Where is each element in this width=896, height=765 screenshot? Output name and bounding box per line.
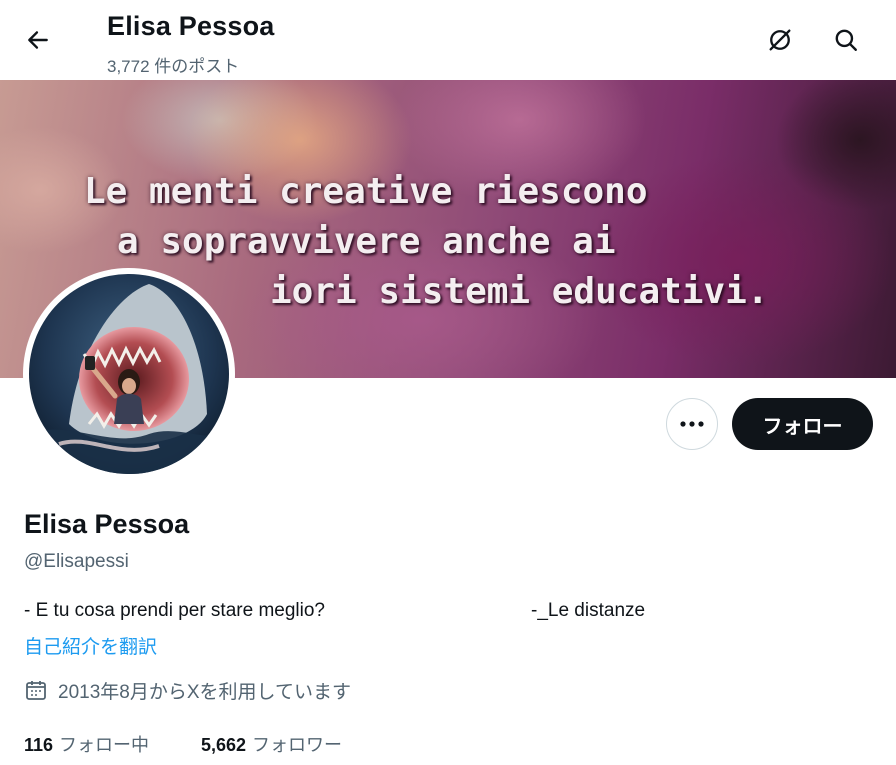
follow-button[interactable]: フォロー bbox=[732, 398, 873, 450]
followers-link[interactable]: 5,662 フォロワー bbox=[201, 731, 342, 757]
profile-header: Elisa Pessoa 3,772 件のポスト bbox=[0, 0, 896, 80]
post-count: 3,772 件のポスト bbox=[107, 57, 240, 76]
eye-slash-icon bbox=[769, 29, 791, 51]
search-icon bbox=[835, 29, 857, 51]
search-button[interactable] bbox=[826, 20, 866, 60]
joined-date: 2013年8月からXを利用しています bbox=[58, 682, 351, 703]
profile-handle: @Elisapessi bbox=[24, 551, 129, 572]
back-button[interactable] bbox=[18, 20, 58, 60]
bio-text-right: -_Le distanze bbox=[531, 600, 646, 621]
avatar-image bbox=[29, 274, 229, 474]
hide-button[interactable] bbox=[760, 20, 800, 60]
avatar[interactable] bbox=[23, 268, 235, 480]
following-link[interactable]: 116 フォロー中 bbox=[24, 731, 149, 757]
translate-bio-link[interactable]: 自己紹介を翻訳 bbox=[24, 632, 157, 659]
banner-text-line-2: a sopravvivere anche ai bbox=[117, 221, 616, 262]
more-icon bbox=[680, 421, 704, 427]
more-options-button[interactable] bbox=[666, 398, 718, 450]
profile-name: Elisa Pessoa bbox=[24, 509, 190, 539]
banner-text-line-3: iori sistemi educativi. bbox=[270, 271, 769, 312]
calendar-icon bbox=[26, 681, 46, 700]
arrow-left-icon bbox=[28, 31, 48, 49]
followers-label: フォロワー bbox=[252, 735, 343, 755]
following-count: 116 bbox=[24, 735, 54, 755]
bio-text-left: - E tu cosa prendi per stare meglio? bbox=[24, 600, 325, 621]
followers-count: 5,662 bbox=[201, 735, 247, 755]
banner-text-line-1: Le menti creative riescono bbox=[84, 171, 648, 212]
header-title: Elisa Pessoa bbox=[107, 11, 275, 41]
following-label: フォロー中 bbox=[59, 735, 150, 755]
